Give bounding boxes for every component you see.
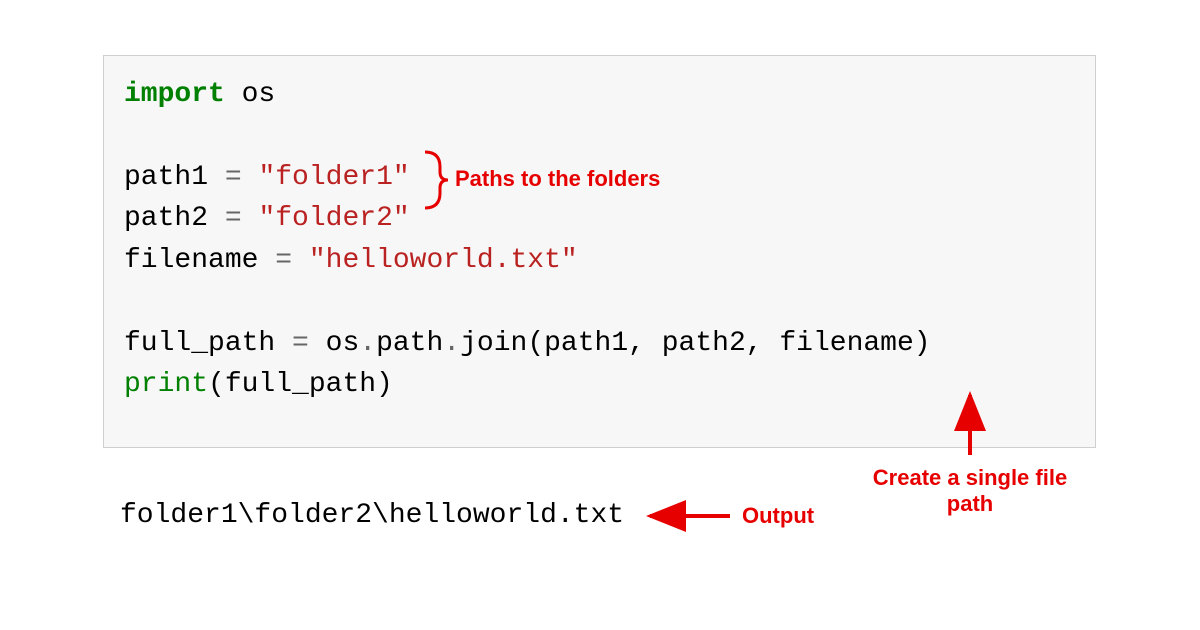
output-text: folder1\folder2\helloworld.txt [120,500,624,531]
annotation-create: Create a single file path [860,465,1080,518]
var-filename: filename [124,245,275,276]
annotation-paths: Paths to the folders [455,166,660,192]
code-content: import os path1 = "folder1" path2 = "fol… [124,74,1075,406]
module-os: os [225,79,275,110]
code-block: import os path1 = "folder1" path2 = "fol… [103,55,1096,448]
string-folder2: "folder2" [258,203,409,234]
fn-print: print [124,369,208,400]
var-path1: path1 [124,162,225,193]
string-helloworld: "helloworld.txt" [309,245,578,276]
annotation-output: Output [742,503,814,529]
string-folder1: "folder1" [258,162,409,193]
var-fullpath: full_path [124,328,292,359]
keyword-import: import [124,79,225,110]
var-path2: path2 [124,203,225,234]
